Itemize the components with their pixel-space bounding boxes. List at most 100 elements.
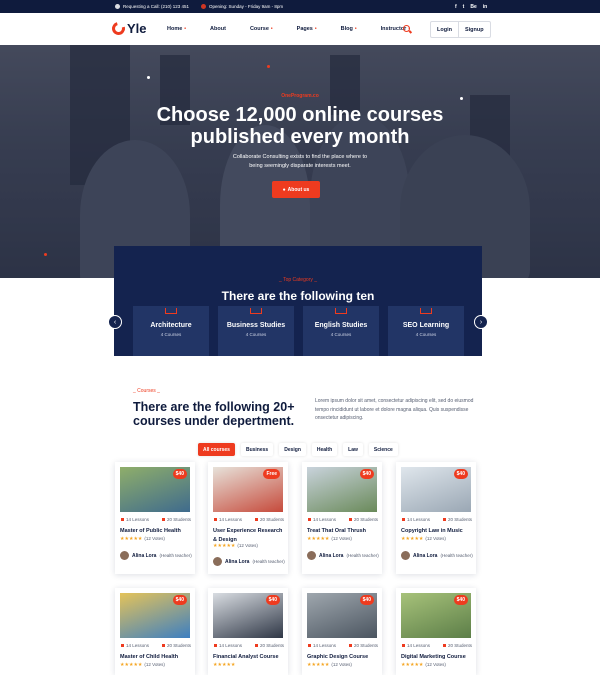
course-title[interactable]: Master of Public Health <box>120 527 192 536</box>
course-title[interactable]: Master of Child Health <box>120 653 192 662</box>
logo[interactable]: Yle <box>109 19 147 38</box>
twitter-icon[interactable]: t <box>463 4 465 10</box>
course-title[interactable]: Financial Analyst Course <box>213 653 285 662</box>
course-card[interactable]: $40 14 Lessons 20 Students Copyright Law in… <box>396 462 476 574</box>
opening-info: Opening: Sunday - Friday 9am - 8pm <box>201 4 283 9</box>
behance-icon[interactable]: Be <box>470 4 476 10</box>
nav-about[interactable]: About <box>210 26 226 32</box>
star-icons: ★★★★★ <box>213 543 236 549</box>
prev-arrow-icon[interactable]: ‹ <box>108 315 122 329</box>
tab-all-courses[interactable]: All courses <box>198 443 235 456</box>
star-icons: ★★★★★ <box>213 662 236 668</box>
course-thumbnail[interactable]: $40 <box>307 593 377 638</box>
phone-icon <box>115 4 120 9</box>
course-rating: ★★★★★ (12 Votes) <box>213 543 258 549</box>
category-card[interactable]: Business Studies 4 Courses <box>218 306 294 356</box>
course-title[interactable]: Treat That Oral Thrush <box>307 527 379 536</box>
nav-blog[interactable]: Blog • <box>341 26 357 32</box>
author-name: Alina Lora <box>413 552 438 559</box>
category-subtitle: _ Top Category _ <box>279 277 317 283</box>
star-icons: ★★★★★ <box>120 662 143 668</box>
course-thumbnail[interactable]: $40 <box>401 467 471 512</box>
course-author[interactable]: Alina Lora (Health teacher) <box>120 551 192 560</box>
students-count: 20 Students <box>166 643 191 648</box>
students-count: 20 Students <box>353 643 378 648</box>
course-author[interactable]: Alina Lora (Health teacher) <box>213 557 285 566</box>
search-icon[interactable] <box>403 25 410 32</box>
category-card-title: Business Studies <box>226 322 286 329</box>
students-count: 20 Students <box>166 517 191 522</box>
course-card[interactable]: $40 14 Lessons 20 Students Graphic Design C… <box>302 588 382 675</box>
course-title[interactable]: Copyright Law in Music <box>401 527 473 536</box>
decor-dot <box>44 253 47 256</box>
course-card[interactable]: $40 14 Lessons 20 Students Master of Child … <box>115 588 195 675</box>
course-author[interactable]: Alina Lora (Health teacher) <box>307 551 379 560</box>
opening-text: Opening: Sunday - Friday 9am - 8pm <box>209 4 284 9</box>
course-card[interactable]: $40 14 Lessons 20 Students Master of Public… <box>115 462 195 574</box>
logo-icon <box>109 19 128 38</box>
next-arrow-icon[interactable]: › <box>474 315 488 329</box>
votes-count: (12 Votes) <box>331 536 352 541</box>
votes-count: (12 Votes) <box>331 662 352 667</box>
lessons-count: 14 Lessons <box>313 517 337 522</box>
tab-law[interactable]: Law <box>343 443 363 456</box>
user-icon <box>254 518 258 521</box>
course-card[interactable]: $40 14 Lessons 20 Students Financial Analys… <box>208 588 288 675</box>
login-button[interactable]: Login <box>431 22 458 37</box>
course-thumbnail[interactable]: $40 <box>307 467 377 512</box>
social-links: f t Be in <box>455 4 487 10</box>
facebook-icon[interactable]: f <box>455 4 457 10</box>
lessons-count: 14 Lessons <box>407 517 431 522</box>
course-rating: ★★★★★ (12 Votes) <box>120 536 165 542</box>
nav-home[interactable]: Home • <box>167 26 186 32</box>
tab-design[interactable]: Design <box>279 443 306 456</box>
lessons-info: 14 Lessons <box>121 517 149 522</box>
lessons-info: 14 Lessons <box>308 643 336 648</box>
call-info[interactable]: Requesting a Call: (210) 123 451 <box>115 4 189 9</box>
lessons-info: 14 Lessons <box>214 517 242 522</box>
category-card[interactable]: Architecture 4 Courses <box>133 306 209 356</box>
course-thumbnail[interactable]: Free <box>213 467 283 512</box>
course-title[interactable]: Graphic Design Course <box>307 653 379 662</box>
category-card-count: 4 Courses <box>245 332 267 337</box>
course-rating: ★★★★★ (12 Votes) <box>307 662 352 668</box>
course-title[interactable]: User Experience Research & Design <box>213 527 285 544</box>
avatar <box>120 551 129 560</box>
dropdown-dot-icon: • <box>354 26 357 32</box>
course-thumbnail[interactable]: $40 <box>120 467 190 512</box>
business-icon <box>250 308 262 314</box>
course-author[interactable]: Alina Lora (Health teacher) <box>401 551 473 560</box>
nav-pages[interactable]: Pages • <box>297 26 317 32</box>
category-card[interactable]: English Studies 4 Courses <box>303 306 379 356</box>
course-thumbnail[interactable]: $40 <box>213 593 283 638</box>
hero-title: Choose 12,000 online courses published ev… <box>0 104 600 148</box>
about-us-button[interactable]: ● About us <box>272 181 320 198</box>
students-info: 20 Students <box>254 643 284 648</box>
tab-science[interactable]: Science <box>368 443 398 456</box>
courses-title: There are the following 20+ courses unde… <box>133 400 295 428</box>
book-icon <box>308 644 311 647</box>
category-card[interactable]: SEO Learning 4 Courses <box>388 306 464 356</box>
linkedin-icon[interactable]: in <box>483 4 487 10</box>
course-title[interactable]: Digital Marketing Course <box>401 653 473 662</box>
user-icon <box>161 518 165 521</box>
lessons-count: 14 Lessons <box>126 517 150 522</box>
hero-banner: OneProgram.co Choose 12,000 online cours… <box>0 45 600 278</box>
tab-business[interactable]: Business <box>240 443 274 456</box>
category-card-count: 4 Courses <box>415 332 437 337</box>
course-card[interactable]: Free 14 Lessons 20 Students User Experience… <box>208 462 288 574</box>
hero-desc-line2: being seemingly disparate interests meet… <box>249 163 351 169</box>
nav-course[interactable]: Course • <box>250 26 273 32</box>
students-info: 20 Students <box>161 643 191 648</box>
main-nav: Home • About Course • Pages • Blog • Instruc… <box>167 26 434 32</box>
students-count: 20 Students <box>447 517 472 522</box>
user-icon <box>161 644 165 647</box>
course-thumbnail[interactable]: $40 <box>401 593 471 638</box>
user-icon <box>254 644 258 647</box>
course-card[interactable]: $40 14 Lessons 20 Students Digital Marketin… <box>396 588 476 675</box>
price-badge: $40 <box>172 469 187 479</box>
tab-health[interactable]: Health <box>311 443 338 456</box>
course-card[interactable]: $40 14 Lessons 20 Students Treat That Oral … <box>302 462 382 574</box>
course-thumbnail[interactable]: $40 <box>120 593 190 638</box>
signup-button[interactable]: Signup <box>457 22 490 37</box>
